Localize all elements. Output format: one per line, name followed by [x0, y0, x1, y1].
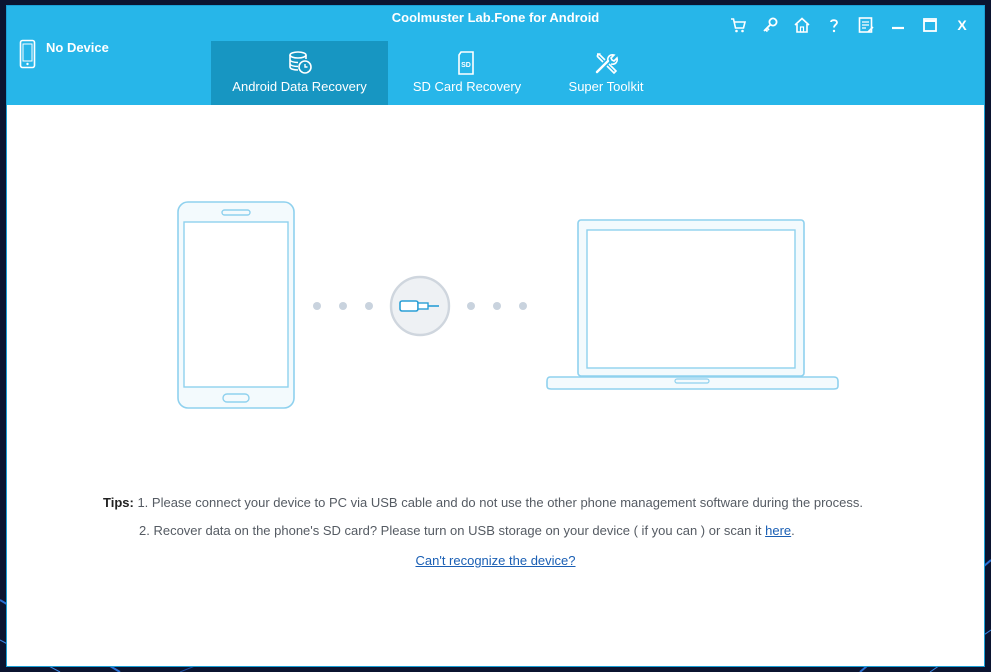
cart-icon: [731, 18, 747, 33]
connection-dots-left: [313, 302, 373, 310]
register-button[interactable]: [754, 14, 786, 36]
tips-section: Tips: 1. Please connect your device to P…: [103, 489, 863, 545]
maximize-button[interactable]: [914, 14, 946, 36]
tools-icon: [595, 53, 618, 75]
tab-sd-card-recovery[interactable]: SD SD Card Recovery: [397, 41, 537, 105]
help-icon: [830, 19, 838, 33]
cant-recognize-device-link[interactable]: Can't recognize the device?: [7, 553, 984, 568]
tip-line-2: 2. Recover data on the phone's SD card? …: [103, 517, 863, 545]
phone-icon: [19, 39, 36, 69]
key-icon: [763, 17, 778, 33]
home-button[interactable]: [786, 14, 818, 36]
tip-line-1: Tips: 1. Please connect your device to P…: [103, 489, 863, 517]
device-status: No Device: [19, 39, 109, 69]
window-controls: X: [722, 14, 978, 36]
tab-android-data-recovery[interactable]: Android Data Recovery: [211, 41, 388, 105]
title-bar: Coolmuster Lab.Fone for Android No Devic…: [7, 6, 984, 105]
cart-button[interactable]: [722, 14, 754, 36]
svg-text:SD: SD: [461, 62, 471, 69]
tip-2-text: 2. Recover data on the phone's SD card? …: [139, 523, 766, 538]
close-icon: X: [957, 17, 967, 33]
feedback-button[interactable]: [850, 14, 882, 36]
help-button[interactable]: [818, 14, 850, 36]
tips-label: Tips:: [103, 495, 134, 510]
device-status-label: No Device: [46, 39, 109, 55]
phone-illustration: [177, 201, 295, 409]
tip-1-text: 1. Please connect your device to PC via …: [137, 495, 864, 510]
close-button[interactable]: X: [946, 14, 978, 36]
usb-cable-icon: [389, 275, 451, 337]
connection-dots-right: [467, 302, 527, 310]
tip-2-end: .: [791, 523, 795, 538]
feedback-icon: [858, 17, 874, 33]
sd-card-icon: SD: [458, 51, 474, 75]
tab-label: Android Data Recovery: [232, 79, 367, 94]
laptop-illustration: [546, 219, 839, 390]
minimize-button[interactable]: [882, 14, 914, 36]
home-icon: [794, 17, 810, 33]
tab-label: Super Toolkit: [568, 79, 644, 94]
minimize-icon: [892, 26, 904, 30]
tab-label: SD Card Recovery: [412, 79, 522, 94]
scan-here-link[interactable]: here: [765, 523, 791, 538]
maximize-icon: [923, 18, 937, 32]
app-window: Coolmuster Lab.Fone for Android No Devic…: [7, 6, 984, 666]
tab-super-toolkit[interactable]: Super Toolkit: [547, 41, 665, 105]
database-restore-icon: [288, 51, 312, 74]
connection-illustration: [177, 201, 839, 409]
